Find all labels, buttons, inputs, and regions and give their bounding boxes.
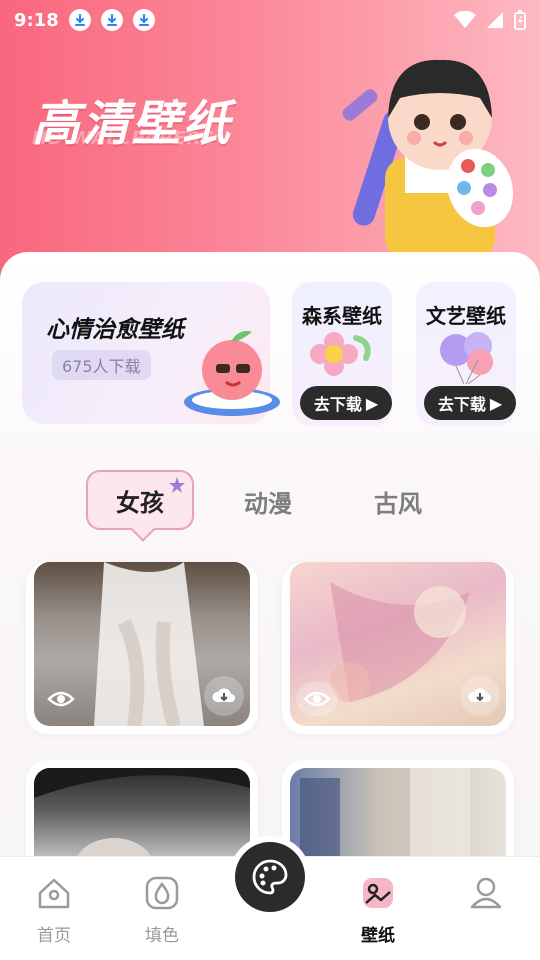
status-time: 9:18 [14, 9, 59, 31]
nav-home[interactable]: 首页 [14, 875, 94, 946]
nav-profile[interactable] [446, 875, 526, 915]
play-arrow-icon: ▶ [489, 393, 503, 413]
cloud-download-icon [468, 688, 491, 702]
art-card-title: 文艺壁纸 [426, 304, 506, 328]
wallpaper-card[interactable] [282, 562, 514, 734]
status-bar: 9:18 [0, 0, 540, 40]
button-label: 去下载 [437, 395, 486, 414]
download-count-badge: 675人下载 [52, 350, 151, 380]
eye-icon [47, 691, 75, 707]
mascot-illustration [342, 59, 514, 258]
art-download-button[interactable]: 去下载 ▶ [424, 386, 516, 420]
forest-wallpaper-card[interactable]: 森系壁纸 去下载 ▶ [292, 282, 392, 426]
cloud-download-icon [212, 688, 235, 702]
battery-icon [514, 10, 526, 30]
wallpaper-card[interactable] [26, 562, 258, 734]
hero-title: 高清壁纸 [32, 96, 233, 152]
nav-wallpaper[interactable]: 壁纸 [338, 875, 418, 946]
art-wallpaper-card[interactable]: 文艺壁纸 去下载 ▶ [416, 282, 516, 426]
featured-card-title: 心情治愈壁纸 [46, 317, 184, 343]
palette-button[interactable] [235, 842, 305, 912]
tab-ancient[interactable]: 古风 [374, 484, 422, 519]
peach-illustration [184, 331, 280, 416]
preview-button[interactable] [296, 682, 338, 716]
button-label: 去下载 [313, 395, 362, 414]
star-icon [169, 477, 185, 493]
forest-card-title: 森系壁纸 [302, 304, 382, 328]
preview-button[interactable] [40, 682, 82, 716]
drop-icon [145, 876, 179, 910]
wallpaper-icon [363, 878, 393, 908]
user-icon [470, 877, 502, 909]
palette-icon [252, 859, 288, 895]
featured-healing-card[interactable]: 心情治愈壁纸 675人下载 [22, 282, 280, 424]
download-notification-icon [132, 9, 155, 31]
nav-label: 填色 [145, 926, 179, 946]
nav-label: 壁纸 [361, 926, 395, 946]
eye-icon [303, 691, 331, 707]
signal-icon [487, 12, 503, 28]
status-icons [454, 10, 526, 30]
download-notification-icon [100, 9, 123, 31]
nav-coloring[interactable]: 填色 [122, 875, 202, 946]
nav-label: 首页 [37, 926, 71, 946]
play-arrow-icon: ▶ [365, 393, 379, 413]
balloon-illustration [440, 332, 493, 384]
download-button[interactable] [204, 676, 244, 716]
category-tabs: 女孩 动漫 古风 [86, 470, 446, 540]
tab-label: 女孩 [116, 488, 164, 517]
flower-illustration [310, 332, 371, 376]
download-notification-icon [68, 9, 91, 31]
tab-anime[interactable]: 动漫 [244, 484, 292, 519]
forest-download-button[interactable]: 去下载 ▶ [300, 386, 392, 420]
wifi-icon [454, 11, 476, 28]
home-icon [38, 878, 70, 909]
download-button[interactable] [460, 676, 500, 716]
